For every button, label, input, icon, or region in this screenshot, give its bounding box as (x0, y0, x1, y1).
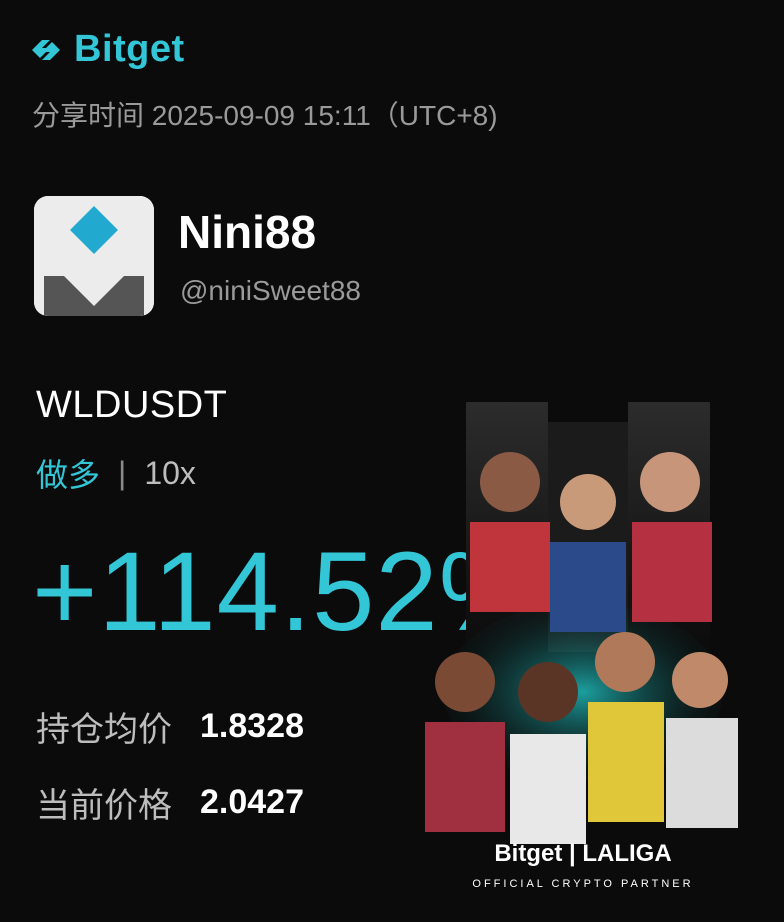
display-name: Nini88 (178, 206, 317, 258)
entry-price-value: 1.8328 (200, 707, 304, 745)
bitget-logo-icon (32, 39, 60, 60)
leverage: 10x (144, 454, 196, 491)
trading-pair: WLDUSDT (36, 384, 228, 426)
entry-price-label: 持仓均价 (36, 711, 172, 749)
position-side: 做多 (36, 457, 101, 493)
position-separator: | (118, 454, 127, 491)
current-price-row: 当前价格 2.0427 (36, 778, 304, 827)
share-time: 分享时间 2025-09-09 15:11（UTC+8) (32, 100, 498, 131)
avatar (34, 196, 154, 316)
promo-players-artwork (425, 402, 738, 844)
promo-brand-line: Bitget | LALIGA (494, 840, 672, 867)
current-price-value: 2.0427 (200, 783, 304, 821)
promo-tagline: OFFICIAL CRYPTO PARTNER (472, 878, 694, 890)
user-handle: @niniSweet88 (180, 275, 361, 306)
current-price-label: 当前价格 (36, 787, 172, 825)
bitget-logo: Bitget (28, 28, 185, 71)
position-info: 做多 | 10x (36, 450, 196, 496)
avatar-image (34, 196, 154, 316)
entry-price-row: 持仓均价 1.8328 (36, 702, 304, 751)
brand-name: Bitget (74, 28, 185, 70)
